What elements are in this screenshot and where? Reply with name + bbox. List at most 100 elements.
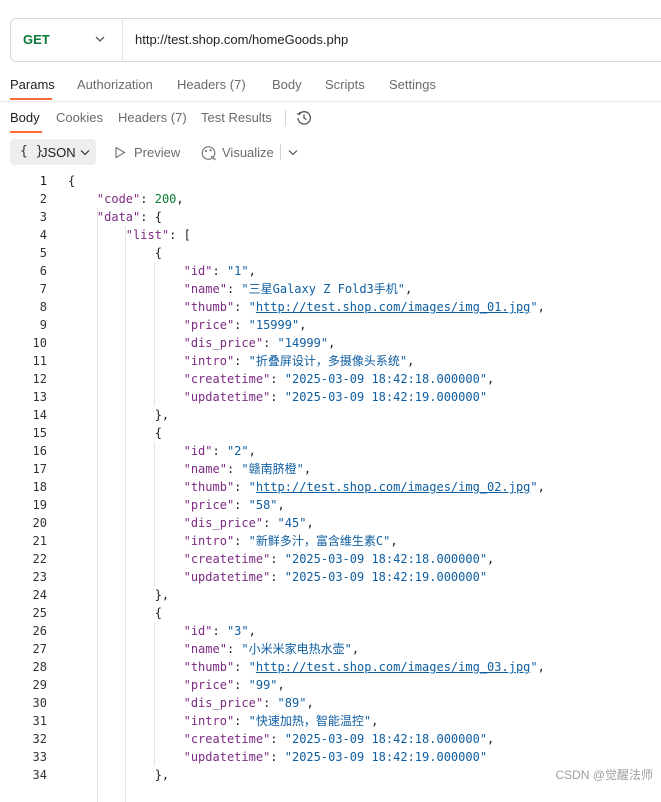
tab-params[interactable]: Params	[10, 77, 55, 92]
code-punct: :	[263, 516, 278, 530]
code-text: "price": "15999",	[68, 316, 307, 334]
code-line: 2 "code": 200,	[0, 190, 661, 208]
code-punct: ,	[351, 642, 360, 656]
json-string: "折叠屏设计，多摄像头系统"	[248, 354, 408, 368]
tab-body[interactable]: Body	[272, 77, 302, 92]
code-punct: :	[234, 678, 249, 692]
json-key: "id"	[183, 264, 213, 278]
json-string: "99"	[248, 678, 278, 692]
tab-settings[interactable]: Settings	[389, 77, 436, 92]
code-punct: :	[234, 300, 249, 314]
code-line: 9 "price": "15999",	[0, 316, 661, 334]
code-punct: :	[270, 750, 285, 764]
code-line: 32 "createtime": "2025-03-09 18:42:18.00…	[0, 730, 661, 748]
line-number: 17	[32, 462, 47, 476]
line-number: 26	[32, 624, 47, 638]
code-text: "id": "3",	[68, 622, 256, 640]
json-link[interactable]: http://test.shop.com/images/img_02.jpg	[256, 480, 531, 494]
code-line: 29 "price": "99",	[0, 676, 661, 694]
visualize-label: Visualize	[222, 145, 274, 160]
response-tab-cookies[interactable]: Cookies	[56, 110, 103, 125]
json-string: "赣南脐橙"	[241, 462, 304, 476]
code-line: 14 },	[0, 406, 661, 424]
code-punct: :	[270, 732, 285, 746]
preview-label: Preview	[134, 145, 181, 160]
code-punct	[68, 678, 184, 692]
line-number: 19	[32, 498, 47, 512]
chevron-down-icon[interactable]	[288, 149, 298, 156]
line-number: 6	[39, 264, 47, 278]
method-selector[interactable]: GET	[11, 19, 123, 61]
code-punct: ,	[487, 372, 495, 386]
tab-scripts[interactable]: Scripts	[325, 77, 365, 92]
code-punct: ,	[405, 282, 413, 296]
json-key: "createtime"	[183, 552, 271, 566]
line-number: 24	[32, 588, 47, 602]
code-text: "updatetime": "2025-03-09 18:42:19.00000…	[68, 748, 487, 766]
code-text: "price": "99",	[68, 676, 285, 694]
visualize-button[interactable]: Visualize	[200, 139, 280, 165]
json-string: "小米米家电热水壶"	[241, 642, 352, 656]
line-number: 5	[39, 246, 47, 260]
json-string: "新鲜多汁，富含维生素C"	[248, 534, 391, 548]
code-line: 19 "price": "58",	[0, 496, 661, 514]
code-text: "dis_price": "45",	[68, 514, 314, 532]
tab-count: (7)	[229, 77, 246, 92]
code-text: },	[68, 406, 169, 424]
line-number: 10	[32, 336, 47, 350]
code-text: "dis_price": "14999",	[68, 334, 336, 352]
json-key: "data"	[96, 210, 141, 224]
format-select[interactable]: { } JSON	[10, 139, 96, 165]
line-number: 3	[39, 210, 47, 224]
json-string: "	[248, 480, 256, 494]
json-link[interactable]: http://test.shop.com/images/img_03.jpg	[256, 660, 531, 674]
code-punct: ,	[328, 336, 336, 350]
url-input[interactable]: http://test.shop.com/homeGoods.php	[135, 32, 348, 47]
tab-authorization[interactable]: Authorization	[77, 77, 153, 92]
json-string: "58"	[248, 498, 278, 512]
code-punct	[68, 390, 184, 404]
code-punct	[68, 498, 184, 512]
code-punct	[68, 462, 184, 476]
json-key: "thumb"	[183, 660, 235, 674]
json-string: "	[530, 480, 538, 494]
json-key: "thumb"	[183, 480, 235, 494]
line-number: 16	[32, 444, 47, 458]
divider	[280, 144, 281, 160]
line-number: 25	[32, 606, 47, 620]
code-punct	[68, 696, 184, 710]
response-tab-test-results[interactable]: Test Results	[201, 110, 272, 125]
code-line: 8 "thumb": "http://test.shop.com/images/…	[0, 298, 661, 316]
code-text: "name": "三星Galaxy Z Fold3手机",	[68, 280, 413, 298]
response-body-editor[interactable]: 1{2 "code": 200, 3 "data": {4 "list": [5 …	[0, 172, 661, 802]
json-string: "15999"	[248, 318, 300, 332]
tab-label: Settings	[389, 77, 436, 92]
json-link[interactable]: http://test.shop.com/images/img_01.jpg	[256, 300, 531, 314]
line-number: 30	[32, 696, 47, 710]
line-number: 27	[32, 642, 47, 656]
code-punct: :	[263, 336, 278, 350]
code-punct	[68, 750, 184, 764]
code-text: "data": {	[68, 208, 162, 226]
code-punct	[68, 192, 97, 206]
code-line: 4 "list": [	[0, 226, 661, 244]
code-text: "intro": "快速加热，智能温控",	[68, 712, 379, 730]
json-string: "89"	[277, 696, 307, 710]
code-punct: ,	[299, 318, 307, 332]
code-punct: ,	[277, 678, 285, 692]
tab-label: Headers	[118, 110, 168, 125]
response-tab-headers[interactable]: Headers (7)	[118, 110, 187, 125]
code-punct: :	[234, 534, 249, 548]
preview-button[interactable]: Preview	[114, 139, 190, 165]
code-punct: :	[270, 570, 285, 584]
line-number: 20	[32, 516, 47, 530]
response-tab-body[interactable]: Body	[10, 110, 40, 125]
json-key: "dis_price"	[183, 336, 264, 350]
code-text: },	[68, 766, 169, 784]
code-line: 33 "updatetime": "2025-03-09 18:42:19.00…	[0, 748, 661, 766]
json-string: "2025-03-09 18:42:19.000000"	[284, 390, 488, 404]
history-icon[interactable]	[295, 109, 313, 127]
json-key: "dis_price"	[183, 516, 264, 530]
tab-headers[interactable]: Headers (7)	[177, 77, 246, 92]
tab-label: Scripts	[325, 77, 365, 92]
